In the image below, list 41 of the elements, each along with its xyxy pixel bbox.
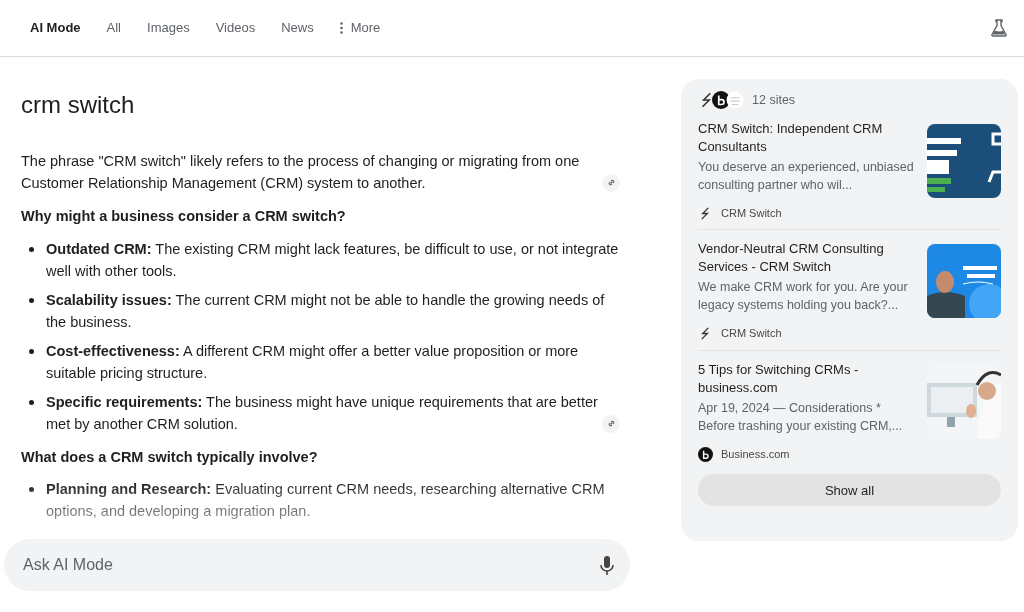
sites-count: 12 sites xyxy=(752,92,796,109)
show-all-button[interactable]: Show all xyxy=(698,474,1001,507)
bullet-text: Scalability issues: The current CRM might not be able to handle the growing needs of the business. xyxy=(46,290,606,332)
bullet-text: Planning and Research: Evaluating current CRM needs, researching alternative CRM options, and developing a migration plan. xyxy=(46,480,606,522)
microphone-icon[interactable] xyxy=(600,555,614,575)
site-logo-icon xyxy=(726,91,744,110)
ask-bar[interactable]: Ask AI Mode xyxy=(4,539,630,591)
result-snippet: We make CRM work for you. Are your legacy systems holding you back?... xyxy=(698,279,909,315)
site-name: Business.com xyxy=(721,446,790,462)
bullet-icon xyxy=(29,399,34,405)
site-name: CRM Switch xyxy=(721,205,782,221)
result-title[interactable]: Vendor-Neutral CRM Consulting Services - CRM Switch xyxy=(698,240,919,277)
site-logo-icon xyxy=(698,446,713,462)
section-heading: Why might a business consider a CRM switch? xyxy=(21,206,347,226)
result-title[interactable]: 5 Tips for Switching CRMs - business.com xyxy=(698,360,919,397)
result-snippet: Apr 19, 2024 — Considerations * Before trashing your existing CRM,... xyxy=(698,399,904,435)
more-icon xyxy=(339,22,343,34)
result-snippet: You deserve an experienced, unbiased consulting partner who wil... xyxy=(698,158,915,194)
bullet-icon xyxy=(29,348,34,354)
tab[interactable]: All xyxy=(106,18,121,38)
bullet-text: Outdated CRM: The existing CRM might lack features, be difficult to use, or not integrate well with other tools. xyxy=(46,239,620,281)
ask-field[interactable]: Ask AI Mode xyxy=(21,552,600,578)
tab-label: More xyxy=(350,19,381,38)
bullet-text: Specific requirements: The business might have unique requirements that are better met by another CRM solution. xyxy=(46,392,598,434)
query-title: crm switch xyxy=(21,91,136,120)
result-title[interactable]: CRM Switch: Independent CRM Consultants xyxy=(698,119,919,156)
link-icon[interactable] xyxy=(602,414,620,433)
tab[interactable]: Images xyxy=(147,18,190,38)
site-name: CRM Switch xyxy=(721,326,782,342)
answer-paragraph: The phrase "CRM switch" likely refers to the process of changing or migrating from one Customer Relationship Management (CRM) system to another. xyxy=(21,151,581,193)
bullet-icon xyxy=(29,246,34,252)
flask-icon[interactable] xyxy=(990,19,1008,37)
bullet-icon xyxy=(29,487,34,493)
tab[interactable]: AI Mode xyxy=(30,18,81,38)
more-button[interactable]: More xyxy=(339,18,381,38)
tab[interactable]: News xyxy=(281,18,314,38)
link-icon[interactable] xyxy=(602,173,620,192)
bullet-text: Cost-effectiveness: A different CRM might offer a better value proposition or more suitable pricing structure. xyxy=(46,341,580,383)
bullet-icon xyxy=(29,297,34,303)
section-heading: What does a CRM switch typically involve? xyxy=(21,447,319,467)
tab[interactable]: Videos xyxy=(215,18,256,38)
